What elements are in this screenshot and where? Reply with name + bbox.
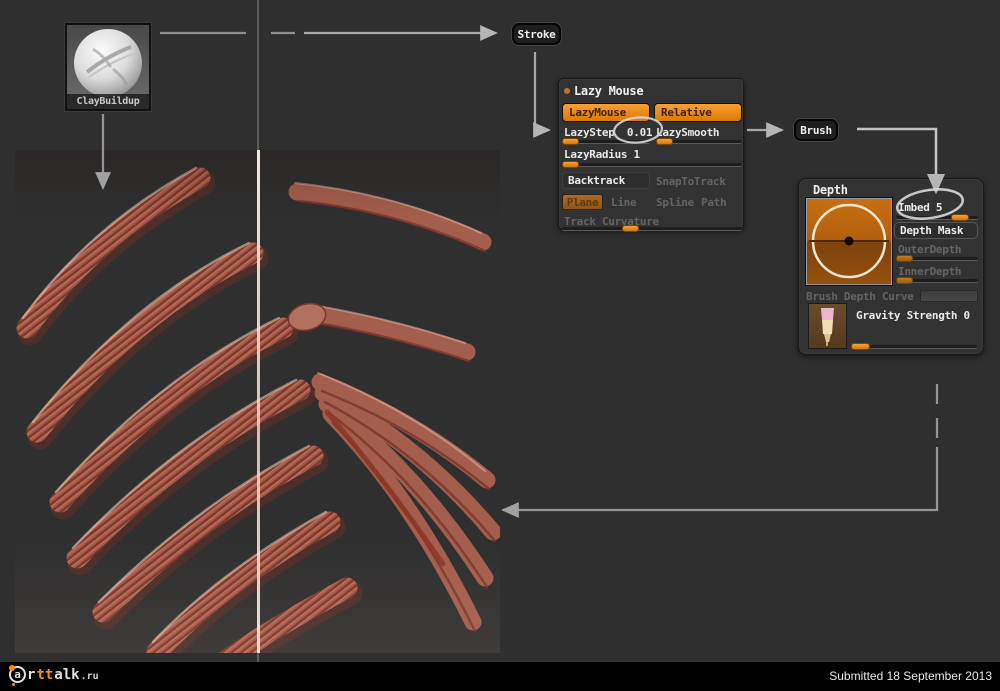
- outer-depth-slider-knob[interactable]: [896, 255, 913, 262]
- arrow-depth-to-canvas: [503, 447, 937, 510]
- relative-toggle-button[interactable]: Relative: [654, 103, 742, 122]
- logo-orange-dot-icon: [9, 665, 15, 671]
- logo-letter-a: a: [14, 668, 21, 681]
- arttalk-logo[interactable]: a r tt alk .ru: [9, 666, 99, 683]
- depth-mask-button[interactable]: Depth Mask: [894, 222, 978, 239]
- lazysmooth-slider-knob[interactable]: [656, 138, 673, 145]
- brush-depth-curve-widget[interactable]: [920, 290, 978, 302]
- lazyradius-slider[interactable]: [562, 163, 742, 167]
- gravity-strength-slider-knob[interactable]: [851, 343, 870, 350]
- lazystep-value: 0.01: [627, 126, 652, 139]
- backtrack-button-label: Backtrack: [568, 174, 625, 187]
- inner-depth-slider[interactable]: [896, 279, 978, 283]
- depth-panel-title: Depth: [813, 183, 848, 197]
- stroke-mode-plane-button[interactable]: Plane: [562, 194, 603, 210]
- lazymouse-toggle-button[interactable]: LazyMouse: [562, 103, 650, 122]
- gravity-strength-slider[interactable]: [851, 345, 977, 349]
- logo-letter-r: r: [27, 667, 35, 683]
- lazyradius-slider-knob[interactable]: [562, 161, 579, 168]
- logo-letters-tt: tt: [36, 667, 53, 683]
- stroke-mode-spline-button[interactable]: Spline: [656, 196, 694, 209]
- stroke-pill-label: Stroke: [518, 28, 556, 41]
- claybuildup-brush-thumbnail[interactable]: ClayBuildup: [65, 23, 151, 111]
- stroke-mode-path-button[interactable]: Path: [701, 196, 726, 209]
- footer-bar: a r tt alk .ru Submitted 18 September 20…: [0, 662, 1000, 691]
- lazy-mouse-panel: Lazy Mouse LazyMouse Relative LazyStep 0…: [558, 78, 744, 230]
- plane-button-label: Plane: [567, 196, 599, 209]
- sculpt-canvas[interactable]: [15, 150, 500, 653]
- canvas-highlight-line: [257, 150, 260, 653]
- lazystep-slider-knob[interactable]: [562, 138, 579, 145]
- lazymouse-button-label: LazyMouse: [569, 106, 626, 119]
- lazystep-slider-label: LazyStep 0.01: [564, 126, 652, 139]
- imbed-slider-knob[interactable]: [951, 214, 969, 221]
- track-curvature-slider[interactable]: [562, 227, 742, 231]
- brush-depth-curve-label: Brush Depth Curve: [806, 290, 913, 303]
- track-curvature-slider-knob[interactable]: [622, 225, 639, 232]
- lazysmooth-slider[interactable]: [656, 140, 742, 144]
- lazystep-slider[interactable]: [562, 140, 650, 144]
- zbrush-tutorial-screenshot: ClayBuildup Stroke Brush Lazy Mouse Lazy…: [0, 0, 1000, 691]
- gravity-strength-label: Gravity Strength 0: [856, 309, 970, 322]
- snaptotrack-button[interactable]: SnapToTrack: [656, 175, 726, 188]
- depth-panel: Depth Imbed 5 Depth Mask OuterDepth Inne…: [798, 178, 984, 355]
- arrow-stroke-to-lazystep: [535, 52, 549, 130]
- imbed-slider[interactable]: [896, 216, 978, 220]
- depth-mask-button-label: Depth Mask: [900, 224, 963, 237]
- depth-circle-icon: [807, 199, 891, 284]
- submitted-date-text: Submitted 18 September 2013: [829, 669, 992, 683]
- brush-thumbnail-label: ClayBuildup: [67, 94, 149, 109]
- outer-depth-slider[interactable]: [896, 257, 978, 261]
- logo-letters-alk: alk: [54, 667, 79, 683]
- logo-circle-a-icon: a: [9, 666, 26, 683]
- relative-button-label: Relative: [661, 106, 712, 119]
- stroke-mode-line-button[interactable]: Line: [611, 196, 636, 209]
- gravity-brush-icon: [809, 304, 846, 348]
- lazyradius-slider-label: LazyRadius 1: [564, 148, 640, 161]
- gravity-direction-thumbnail[interactable]: [808, 303, 847, 349]
- backtrack-button[interactable]: Backtrack: [562, 172, 650, 189]
- logo-orange-dot-small-icon: [12, 683, 15, 686]
- stroke-menu-pill[interactable]: Stroke: [512, 23, 561, 45]
- brush-pill-label: Brush: [800, 124, 832, 137]
- panel-header-dot-icon: [564, 88, 570, 94]
- logo-domain-suffix: .ru: [81, 671, 99, 683]
- lazy-mouse-panel-title: Lazy Mouse: [574, 84, 643, 98]
- depth-preview-thumbnail[interactable]: [806, 198, 892, 285]
- inner-depth-slider-knob[interactable]: [896, 277, 913, 284]
- brush-menu-pill[interactable]: Brush: [794, 119, 838, 141]
- imbed-slider-label: Imbed 5: [898, 201, 942, 214]
